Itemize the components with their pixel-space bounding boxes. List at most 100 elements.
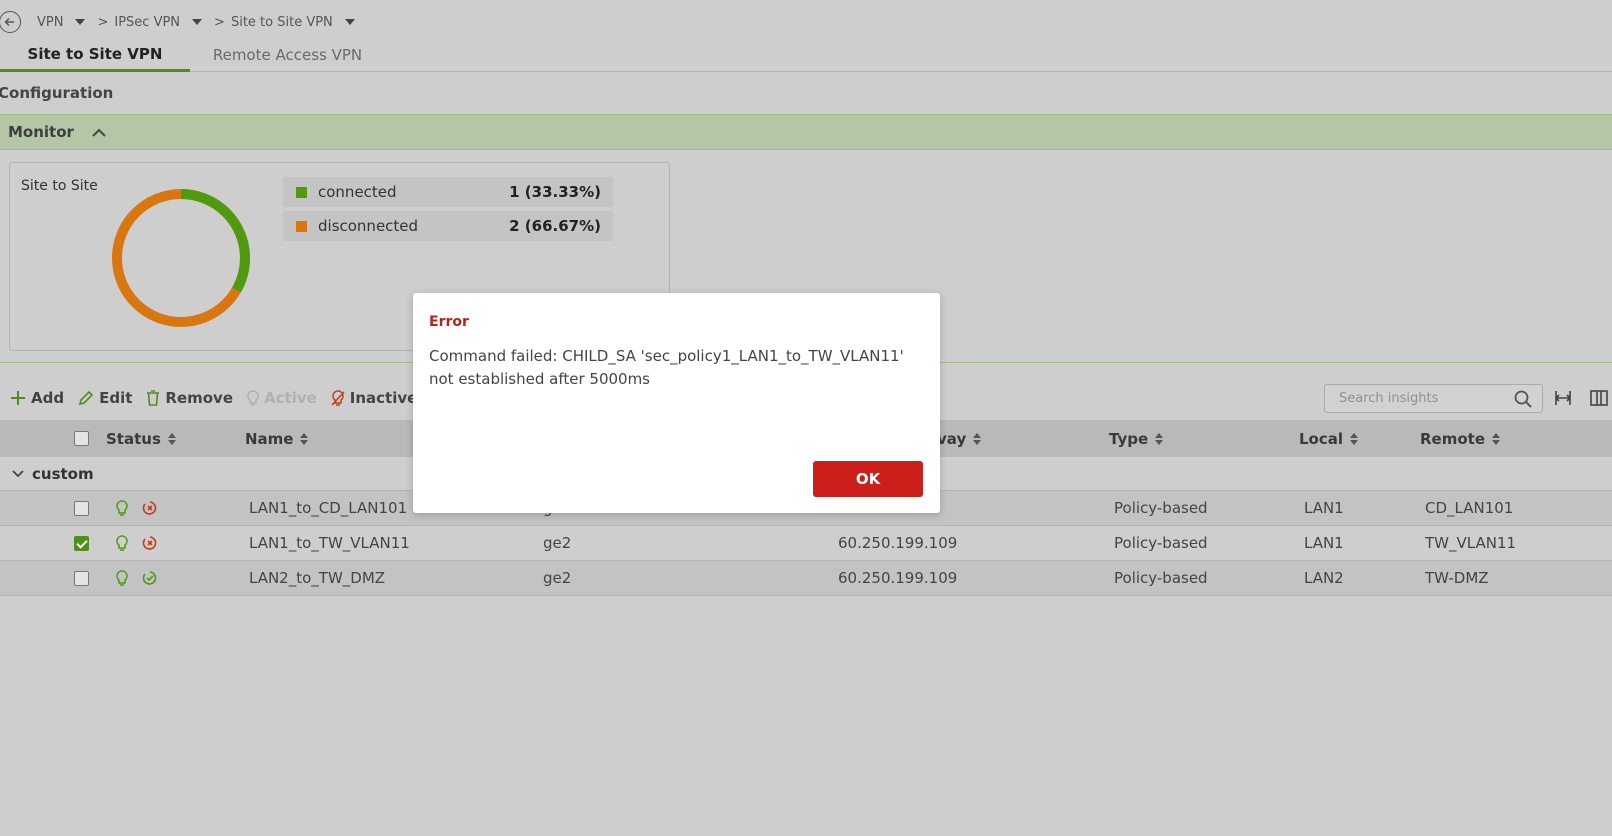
sort-icon[interactable] [973, 432, 982, 445]
remove-label: Remove [165, 389, 234, 407]
column-header-remote[interactable]: Remote [1420, 420, 1501, 457]
cell-name: LAN2_to_TW_DMZ [249, 569, 386, 587]
sort-icon[interactable] [1492, 432, 1501, 445]
column-label: Type [1109, 429, 1149, 448]
group-label: custom [32, 464, 94, 483]
cell-remote: TW_VLAN11 [1425, 534, 1517, 552]
legend-label: connected [318, 183, 397, 201]
search-placeholder: Search insights [1339, 391, 1439, 406]
monitor-heading: Monitor [8, 123, 74, 141]
tab-remote-access-vpn[interactable]: Remote Access VPN [200, 38, 375, 72]
chevron-up-icon[interactable] [92, 128, 106, 137]
row-checkbox[interactable] [74, 526, 89, 560]
lightbulb-icon [116, 526, 128, 560]
chevron-down-icon[interactable] [344, 19, 355, 25]
error-dialog: Error Command failed: CHILD_SA 'sec_poli… [413, 293, 940, 513]
cell-local: LAN2 [1304, 569, 1344, 587]
legend-item-connected: connected 1 (33.33%) [283, 177, 613, 207]
remove-button[interactable]: Remove [146, 389, 233, 407]
chevron-down-icon[interactable] [192, 19, 203, 25]
lightbulb-icon [116, 561, 128, 595]
legend-item-disconnected: disconnected 2 (66.67%) [283, 211, 613, 241]
inactive-button[interactable]: Inactive [331, 389, 418, 407]
cell-name: LAN1_to_CD_LAN101 [249, 499, 408, 517]
cell-remote: TW-DMZ [1425, 569, 1489, 587]
legend-swatch [296, 220, 307, 232]
panel-title: Site to Site [21, 178, 98, 194]
column-header-gateway[interactable]: vay [937, 420, 982, 457]
cell-gateway: 60.250.199.109 [838, 534, 958, 552]
cell-local: LAN1 [1304, 534, 1344, 552]
lightbulb-icon [116, 491, 128, 525]
column-header-status[interactable]: Status [106, 420, 176, 457]
column-label: Status [106, 429, 161, 448]
breadcrumb-label: IPSec VPN [114, 14, 181, 30]
inactive-label: Inactive [349, 389, 418, 407]
breadcrumb-label: Site to Site VPN [230, 14, 333, 30]
column-label: Name [245, 429, 294, 448]
disconnected-icon [142, 526, 158, 560]
checkbox[interactable] [74, 535, 89, 551]
breadcrumb-item-vpn[interactable]: VPN [37, 14, 86, 30]
select-all-checkbox[interactable] [74, 420, 89, 457]
add-button[interactable]: Add [10, 389, 64, 407]
checkbox[interactable] [74, 500, 89, 516]
status-donut-chart [112, 189, 250, 327]
active-button[interactable]: Active [247, 389, 317, 407]
table-row[interactable]: LAN1_to_TW_VLAN11 ge2 60.250.199.109 Policy… [0, 526, 1612, 561]
dialog-message: Command failed: CHILD_SA 'sec_policy1_LA… [429, 347, 904, 388]
cell-type: Policy-based [1114, 534, 1208, 552]
column-label: Local [1299, 429, 1344, 448]
breadcrumb-label: VPN [37, 14, 64, 30]
column-header-name[interactable]: Name [245, 420, 309, 457]
sort-icon[interactable] [167, 432, 176, 445]
table-row[interactable]: LAN2_to_TW_DMZ ge2 60.250.199.109 Policy-ba… [0, 561, 1612, 596]
connected-icon [142, 561, 158, 595]
active-label: Active [264, 389, 317, 407]
plus-icon [10, 390, 26, 406]
checkbox[interactable] [74, 570, 89, 586]
add-label: Add [31, 389, 65, 407]
trash-icon [146, 390, 160, 406]
cell-type: Policy-based [1114, 569, 1208, 587]
ok-button[interactable]: OK [813, 461, 923, 497]
breadcrumb-item-site-to-site[interactable]: Site to Site VPN [231, 15, 355, 30]
column-header-local[interactable]: Local [1299, 420, 1359, 457]
cell-interface: ge2 [543, 534, 572, 552]
sort-icon[interactable] [1155, 432, 1164, 445]
legend-label: disconnected [318, 217, 419, 235]
search-input[interactable]: Search insights [1324, 384, 1543, 413]
column-label: vay [937, 429, 967, 448]
legend-value: 1 (33.33%) [509, 183, 601, 201]
breadcrumb-separator: > [97, 14, 109, 30]
row-checkbox[interactable] [74, 561, 89, 595]
cell-type: Policy-based [1114, 499, 1208, 517]
checkbox[interactable] [74, 431, 89, 446]
edit-button[interactable]: Edit [78, 389, 132, 407]
cell-gateway: 60.250.199.109 [838, 569, 958, 587]
pencil-icon [78, 390, 94, 406]
columns-icon[interactable] [1590, 390, 1608, 406]
chevron-down-icon[interactable] [12, 469, 24, 478]
chevron-down-icon[interactable] [75, 19, 86, 25]
fit-width-icon[interactable] [1554, 390, 1572, 406]
monitor-section-header[interactable]: Monitor [0, 114, 1612, 150]
column-label: Remote [1420, 429, 1486, 448]
configuration-heading[interactable]: Configuration [0, 84, 113, 102]
sort-icon[interactable] [300, 432, 309, 445]
legend-value: 2 (66.67%) [509, 217, 601, 235]
sort-icon[interactable] [1350, 432, 1359, 445]
breadcrumb-item-ipsec[interactable]: IPSec VPN [114, 14, 203, 30]
tab-site-to-site-vpn[interactable]: Site to Site VPN [0, 38, 190, 72]
row-checkbox[interactable] [74, 491, 89, 525]
tab-bar: Site to Site VPN Remote Access VPN [0, 38, 1612, 72]
dialog-title: Error [429, 314, 469, 330]
column-header-type[interactable]: Type [1109, 420, 1164, 457]
edit-label: Edit [99, 389, 133, 407]
breadcrumb: VPN > IPSec VPN > Site to Site VPN [0, 10, 355, 34]
cell-remote: CD_LAN101 [1425, 499, 1514, 517]
search-icon[interactable] [1514, 390, 1532, 408]
back-arrow-icon[interactable] [0, 11, 21, 33]
breadcrumb-separator: > [214, 14, 225, 30]
cell-interface: ge2 [543, 569, 572, 587]
